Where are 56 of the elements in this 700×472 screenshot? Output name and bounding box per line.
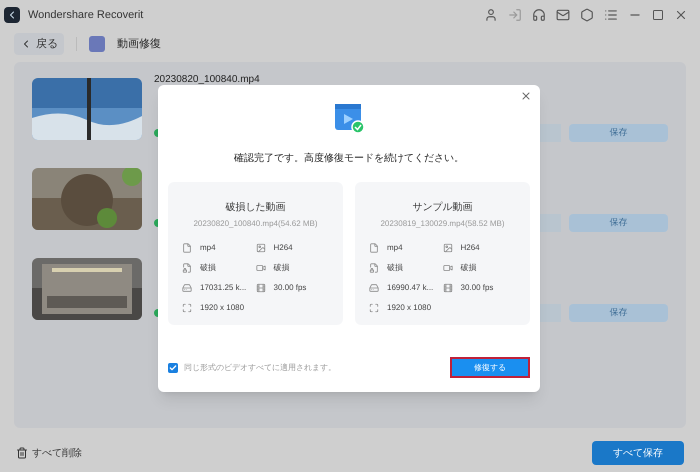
video-icon (256, 263, 266, 273)
window-title: Wondershare Recoverit (28, 8, 144, 23)
save-button[interactable]: 保存 (569, 304, 668, 322)
trash-icon (16, 447, 28, 459)
support-icon[interactable] (532, 8, 546, 22)
close-icon[interactable] (674, 8, 688, 22)
detail-value: H264 (460, 242, 480, 254)
file-icon (182, 243, 192, 253)
file-info: 20230820_100840.mp4(54.62 MB) (193, 218, 318, 230)
account-icon[interactable] (484, 8, 498, 22)
storage-icon (369, 283, 379, 293)
save-button[interactable]: 保存 (569, 214, 668, 232)
image-icon (256, 243, 266, 253)
apply-all-label: 同じ形式のビデオすべてに適用されます。 (184, 362, 336, 374)
detail-value: 1920 x 1080 (200, 302, 244, 314)
app-logo-icon (4, 7, 20, 23)
maximize-icon[interactable] (652, 9, 664, 21)
film-icon (442, 283, 452, 293)
card-title: 破損した動画 (226, 200, 286, 215)
detail-value: 17031.25 k... (200, 282, 246, 294)
film-icon (256, 283, 266, 293)
document-icon (182, 263, 192, 273)
save-button[interactable]: 保存 (569, 124, 668, 142)
mail-icon[interactable] (556, 8, 570, 22)
video-check-icon (333, 102, 365, 134)
status-message: 確認完了です。高度修復モードを続けてください。 (234, 152, 464, 166)
detail-value: 30.00 fps (274, 282, 306, 294)
detail-value: 1920 x 1080 (387, 302, 432, 314)
detail-value: 30.00 fps (460, 282, 494, 294)
detail-value: mp4 (387, 242, 403, 254)
video-icon (442, 263, 452, 273)
resolution-icon (182, 303, 192, 313)
hexagon-icon[interactable] (580, 8, 594, 22)
detail-value: mp4 (200, 242, 216, 254)
back-button[interactable]: 戻る (14, 33, 64, 55)
card-title: サンプル動画 (412, 200, 472, 215)
file-info: 20230819_130029.mp4(58.52 MB) (380, 218, 505, 230)
apply-all-checkbox[interactable] (168, 362, 178, 372)
detail-value: 破損 (274, 262, 290, 274)
menu-icon[interactable] (604, 8, 618, 22)
section-title: 動画修復 (117, 36, 161, 52)
detail-value: 16990.47 k... (387, 282, 434, 294)
repair-button[interactable]: 修復する (450, 357, 530, 378)
save-all-button[interactable]: すべて保存 (592, 441, 684, 465)
storage-icon (182, 283, 192, 293)
document-icon (369, 263, 379, 273)
detail-value: H264 (274, 242, 293, 254)
file-icon (369, 243, 379, 253)
file-name: 20230820_100840.mp4 (154, 73, 261, 87)
image-icon (442, 243, 452, 253)
detail-value: 破損 (387, 262, 403, 274)
close-icon[interactable] (520, 90, 532, 102)
detail-value: 破損 (200, 262, 216, 274)
detail-value: 破損 (460, 262, 476, 274)
delete-all-button[interactable]: すべて削除 (16, 446, 82, 460)
resolution-icon (369, 303, 379, 313)
